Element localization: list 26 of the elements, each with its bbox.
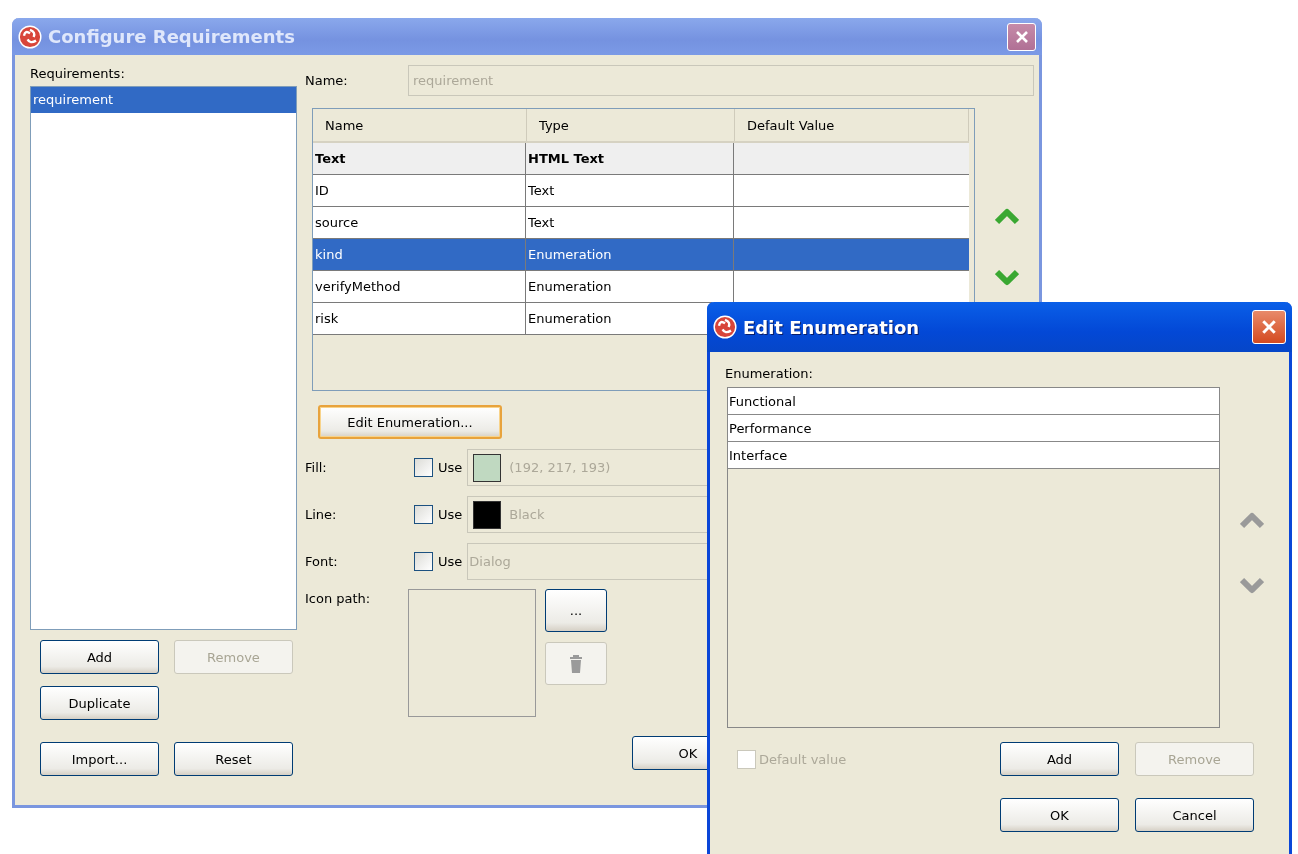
use-label: Use [438,554,463,569]
table-cell: risk [313,303,526,334]
table-cell: ID [313,175,526,206]
window-title: Edit Enumeration [743,316,921,338]
enumeration-label: Enumeration: [725,365,814,383]
use-label: Use [438,507,463,522]
window-title: Configure Requirements [48,26,296,47]
table-cell: Enumeration [526,239,734,270]
requirements-label: Requirements: [30,65,126,83]
table-cell: Text [526,207,734,238]
style-label: Fill: [305,458,328,477]
style-label: Font: [305,552,339,571]
default-value-label: Default value [759,751,847,767]
table-cell: Text [526,175,734,206]
table-cell: verifyMethod [313,271,526,302]
combo-value: Black [509,507,545,522]
table-cell: Text [313,143,526,174]
name-label: Name: [305,71,349,90]
use-label: Use [438,460,463,475]
table-cell: HTML Text [526,143,734,174]
combo-value: Dialog [469,554,511,569]
combo-value: (192, 217, 193) [509,460,611,475]
style-label: Line: [305,505,338,524]
table-cell: source [313,207,526,238]
table-cell: kind [313,239,526,270]
icon-path-label: Icon path: [305,590,372,608]
